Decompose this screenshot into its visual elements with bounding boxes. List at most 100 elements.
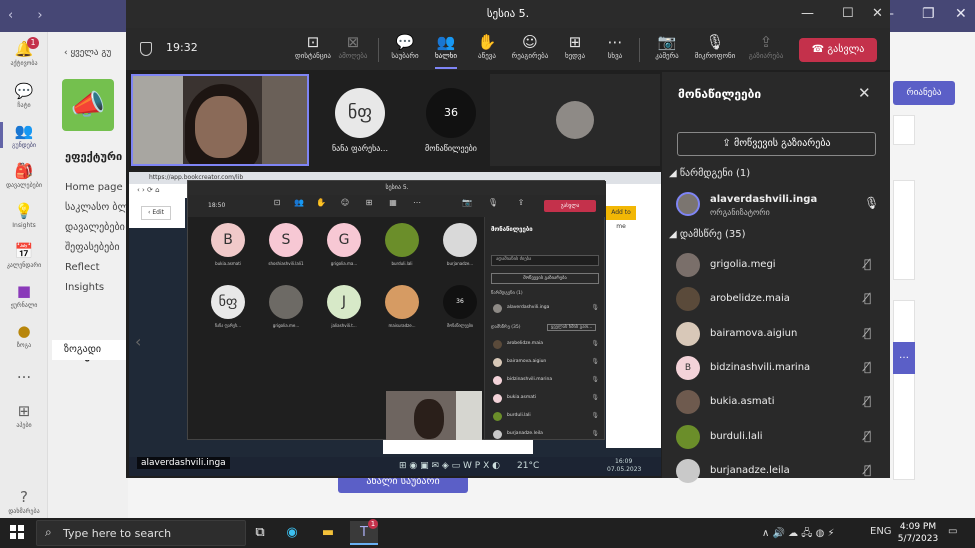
task-view-icon[interactable]: ⧉ <box>246 521 274 545</box>
search-icon: ⌕ <box>45 525 52 539</box>
leave-button[interactable]: ☎ გასვლა <box>799 38 877 62</box>
rail-item-activity[interactable]: 🔔 1 აქტივობა <box>0 37 48 67</box>
minimize-icon[interactable]: — <box>801 0 814 28</box>
tb-raise-hand-button[interactable]: ✋ აწევა <box>466 32 508 60</box>
maximize-icon[interactable]: ❐ <box>922 6 935 22</box>
tb-mic-button[interactable]: 🎙 მიკროფონი <box>694 32 736 60</box>
mic-off-icon[interactable]: 🎙̸ <box>864 326 871 340</box>
language-indicator[interactable]: ENG <box>870 526 892 537</box>
tb-share-button[interactable]: ⇪ გაზიარება <box>745 32 787 60</box>
share-icon: ⇪ <box>722 138 734 149</box>
tb-view-button[interactable]: ⊞ ხედვა <box>554 32 596 60</box>
self-video-tile[interactable] <box>131 74 309 166</box>
meet-button[interactable]: რიანება <box>893 81 955 105</box>
rail-item-apps[interactable]: ⊞ აპები <box>0 402 48 429</box>
windows-start-icon[interactable] <box>10 525 24 539</box>
inner-participant-avatar <box>385 223 419 257</box>
inner-timer: 18:50 <box>208 202 226 209</box>
meeting-title: სესია 5. <box>486 7 530 20</box>
camera-off-icon: 📷 <box>657 33 677 51</box>
bell-icon: 🔔 <box>14 40 34 58</box>
tb-stop-share-button[interactable]: ⊡ დისტანცია <box>292 32 334 60</box>
attendee-row[interactable]: bukia.asmati 🎙̸ <box>676 390 881 416</box>
mic-off-icon[interactable]: 🎙̸ <box>864 394 871 408</box>
attendee-row[interactable]: arobelidze.maia 🎙̸ <box>676 287 881 313</box>
tb-pop-out-button[interactable]: ⊠ ამოღება <box>332 32 374 60</box>
grid-icon: ⊞ <box>568 33 582 51</box>
notifications-icon[interactable]: ▭ <box>948 526 957 537</box>
close-icon[interactable]: ✕ <box>858 84 871 102</box>
avatar <box>676 287 700 312</box>
more-options-bar[interactable]: … <box>893 342 915 374</box>
divider <box>378 38 379 62</box>
tb-react-button[interactable]: ☺ რეაგირება <box>509 32 551 60</box>
participant-tile[interactable]: ნფ ნანა ფარეხა... <box>312 74 408 166</box>
team-link-reflect[interactable]: Reflect <box>65 262 100 273</box>
attendee-row[interactable]: bairamova.aigiun 🎙̸ <box>676 321 881 348</box>
tb-camera-button[interactable]: 📷 კამერა <box>646 32 688 60</box>
participant-avatar <box>556 101 594 139</box>
edge-icon[interactable]: ◉ <box>278 521 306 545</box>
meeting-toolbar: 19:32 ⊡ დისტანცია ⊠ ამოღება 💬 საუბარი 👥 ხალხ… <box>126 28 890 70</box>
channel-general[interactable]: ზოგადი <box>52 340 132 360</box>
rail-item-journal[interactable]: ■ ჟურნალი <box>0 282 48 309</box>
inner-tb-item: 🎙 <box>487 198 499 207</box>
tray-icons[interactable]: ∧ 🔊 ☁ 🖧 ◍ ⚡ <box>762 526 835 543</box>
back-to-teams[interactable]: ‹ ყველა გუ <box>64 48 111 58</box>
mic-off-icon[interactable]: 🎙̸ <box>864 429 871 443</box>
team-link-notebook[interactable]: საკლასო ბლ <box>65 202 128 213</box>
close-icon[interactable]: ✕ <box>955 6 967 22</box>
mic-off-icon: 🎙 <box>591 412 599 419</box>
rail-item-assignments[interactable]: 🎒 დავალებები <box>0 162 48 189</box>
mic-icon[interactable]: 🎙 <box>864 196 879 210</box>
people-icon: 👥 <box>436 33 456 51</box>
maximize-icon[interactable]: ☐ <box>842 0 854 28</box>
lightbulb-icon: 💡 <box>14 202 34 220</box>
mic-off-icon[interactable]: 🎙̸ <box>864 360 871 374</box>
inner-participant-avatar <box>443 223 477 257</box>
tb-people-button[interactable]: 👥 ხალხი <box>425 32 467 69</box>
close-icon[interactable]: ✕ <box>872 0 883 28</box>
team-link-assignments[interactable]: დავალებები <box>65 222 125 233</box>
team-link-home[interactable]: Home page <box>65 182 123 193</box>
organizer-role: ორგანიზატორი <box>710 208 770 217</box>
mic-off-icon: 🎙 <box>591 340 599 347</box>
attendee-row[interactable]: Bbidzinashvili.marina 🎙̸ <box>676 355 881 382</box>
more-participants-tile[interactable]: 36 მონაწილეები <box>408 74 494 166</box>
taskbar-clock[interactable]: 4:09 PM 5/7/2023 <box>896 521 940 545</box>
inner-participant-name: jaliashvili.t... <box>331 323 357 328</box>
help-icon: ? <box>20 488 28 506</box>
tb-chat-button[interactable]: 💬 საუბარი <box>384 32 426 60</box>
organizers-header[interactable]: ◢ წარმდგენი (1) <box>669 168 750 179</box>
mic-off-icon[interactable]: 🎙̸ <box>864 291 871 305</box>
rail-item-calendar[interactable]: 📅 კალენდარი <box>0 242 48 269</box>
inner-participant-avatar <box>269 285 303 319</box>
rail-item-help[interactable]: ? დახმარება <box>0 488 48 515</box>
participant-tile[interactable] <box>490 74 660 166</box>
rail-item-teams[interactable]: 👥 გუნდები <box>0 122 48 149</box>
rail-item-more[interactable]: ... <box>0 364 48 384</box>
avatar <box>676 321 700 346</box>
tb-more-button[interactable]: ⋯ სხვა <box>594 32 636 60</box>
mic-off-icon: 🎙 <box>591 430 599 437</box>
rail-item-app[interactable]: ● ზოგა <box>0 322 48 349</box>
team-link-insights[interactable]: Insights <box>65 282 104 293</box>
nav-arrows[interactable]: ‹ › <box>8 8 53 23</box>
mic-off-icon[interactable]: 🎙̸ <box>864 257 871 271</box>
rail-item-insights[interactable]: 💡 Insights <box>0 202 48 229</box>
file-explorer-icon[interactable]: ▬ <box>314 521 342 545</box>
rail-item-chat[interactable]: 💬 ჩატი <box>0 82 48 109</box>
attendee-row[interactable]: grigolia.megi 🎙̸ <box>676 253 881 279</box>
organizer-row[interactable]: alaverdashvili.inga ორგანიზატორი 🎙 <box>676 192 881 218</box>
taskbar-search[interactable]: ⌕ Type here to search <box>36 520 246 546</box>
teams-app-icon[interactable]: T1 <box>350 519 378 545</box>
mic-off-icon[interactable]: 🎙̸ <box>864 463 871 477</box>
team-link-grades[interactable]: შეფასებები <box>65 242 120 253</box>
attendees-header[interactable]: ◢ დამსწრე (35) <box>669 229 746 240</box>
share-invite-button[interactable]: ⇪ მოწვევის გაზიარება <box>677 132 876 156</box>
attendee-row[interactable]: burduli.lali 🎙̸ <box>676 424 881 451</box>
attendee-row[interactable]: burjanadze.leila 🎙̸ <box>676 458 881 485</box>
team-avatar: 📣 <box>62 79 114 131</box>
participant-avatar: ნფ <box>335 88 385 138</box>
share-icon: ⇪ <box>759 33 773 51</box>
